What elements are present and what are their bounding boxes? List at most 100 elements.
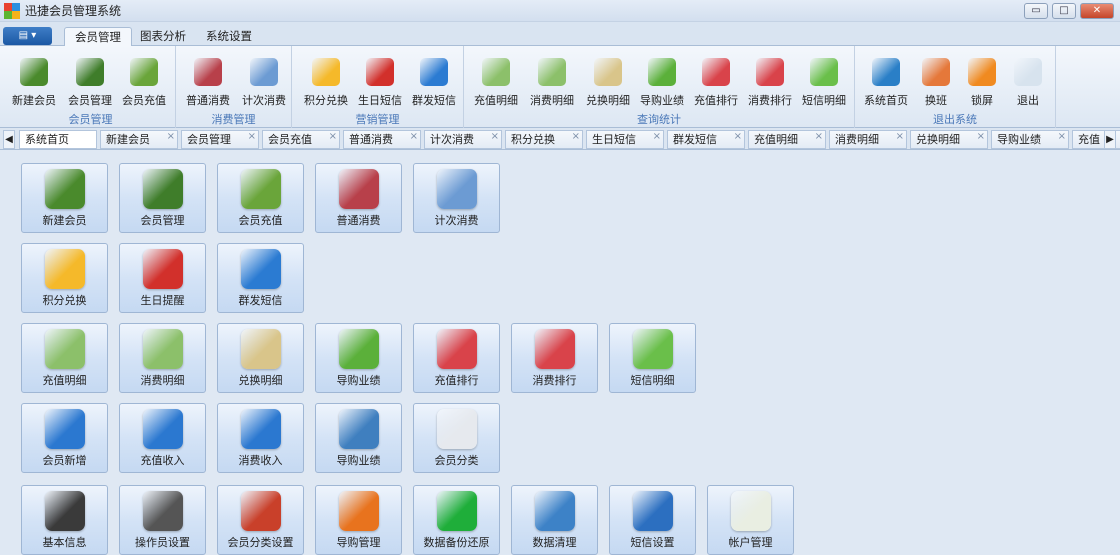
tile-button[interactable]: 会员分类设置 xyxy=(217,485,304,555)
tile-button[interactable]: 导购业绩 xyxy=(315,403,402,473)
ribbon-button-1[interactable]: 会员管理 xyxy=(62,56,118,108)
tile-button[interactable]: 计次消费 xyxy=(413,163,500,233)
tile-button[interactable]: 数据备份还原 xyxy=(413,485,500,555)
tile-button[interactable]: 充值明细 xyxy=(21,323,108,393)
tab-close-icon[interactable]: × xyxy=(410,131,418,145)
tile-button[interactable]: 生日提醒 xyxy=(119,243,206,313)
tile-label: 充值排行 xyxy=(434,374,479,387)
ribbon-button-1[interactable]: 生日短信 xyxy=(352,56,408,108)
tab-close-icon[interactable]: × xyxy=(815,131,823,145)
ribbon-button-0[interactable]: 积分兑换 xyxy=(298,56,354,108)
green-book-contact-icon xyxy=(20,58,48,86)
tile-button[interactable]: 消费明细 xyxy=(119,323,206,393)
ribbon-button-4[interactable]: 充值排行 xyxy=(688,56,744,108)
doc-tab[interactable]: 普通消费 × xyxy=(343,130,421,149)
tab-close-icon[interactable]: × xyxy=(167,131,175,145)
tab-close-icon[interactable]: × xyxy=(896,131,904,145)
doc-tab[interactable]: 会员充值 × xyxy=(262,130,340,149)
tile-button[interactable]: 导购管理 xyxy=(315,485,402,555)
doc-tab-label: 导购业绩 xyxy=(997,133,1041,146)
doc-tab[interactable]: 兑换明细 × xyxy=(910,130,988,149)
restore-button[interactable]: □ xyxy=(1052,3,1076,19)
doc-tab[interactable]: 积分兑换 × xyxy=(505,130,583,149)
ribbon-group: 查询统计 充值明细 消费明细 兑换明细 导购业绩 充值排行 消费排行 短信明细 xyxy=(464,46,855,128)
tile-button[interactable]: 短信设置 xyxy=(609,485,696,555)
ribbon-button-1[interactable]: 计次消费 xyxy=(236,56,292,108)
minimize-button[interactable]: ▭ xyxy=(1024,3,1048,19)
tab-close-icon[interactable]: × xyxy=(653,131,661,145)
ribbon-button-label: 导购业绩 xyxy=(640,94,684,107)
doc-tab[interactable]: 群发短信 × xyxy=(667,130,745,149)
tile-button[interactable]: 消费收入 xyxy=(217,403,304,473)
doc-tab[interactable]: 生日短信 × xyxy=(586,130,664,149)
ribbon: 会员管理 新建会员 会员管理 会员充值 消费管理 普通消费 计次消费 营销管理 积分兑换 生日短信… xyxy=(0,46,1120,128)
doc-tab[interactable]: 导购业绩 × xyxy=(991,130,1069,149)
document-tab-strip: ◀ 系统首页 新建会员 × 会员管理 × 会员充值 × 普通消费 × 计次消费 × 积分兑换 × 生日短信… xyxy=(0,128,1120,150)
tile-label: 充值收入 xyxy=(140,454,185,467)
ribbon-group-label: 查询统计 xyxy=(637,113,681,126)
tile-button[interactable]: 新建会员 xyxy=(21,163,108,233)
doc-tab[interactable]: 系统首页 xyxy=(19,130,97,149)
mail-icon xyxy=(632,491,673,531)
tile-button[interactable]: 会员新增 xyxy=(21,403,108,473)
ribbon-button-6[interactable]: 短信明细 xyxy=(796,56,852,108)
tile-label: 消费明细 xyxy=(140,374,185,387)
ribbon-button-5[interactable]: 消费排行 xyxy=(742,56,798,108)
tab-close-icon[interactable]: × xyxy=(248,131,256,145)
tile-label: 帐户管理 xyxy=(728,536,773,549)
tile-button[interactable]: 充值收入 xyxy=(119,403,206,473)
tab-close-icon[interactable]: × xyxy=(329,131,337,145)
tile-button[interactable]: 积分兑换 xyxy=(21,243,108,313)
doc-tab-label: 积分兑换 xyxy=(511,133,555,146)
ribbon-button-3[interactable]: 导购业绩 xyxy=(634,56,690,108)
doc-tab[interactable]: 会员管理 × xyxy=(181,130,259,149)
tile-button[interactable]: 数据清理 xyxy=(511,485,598,555)
tile-button[interactable]: 会员分类 xyxy=(413,403,500,473)
app-menu-button[interactable]: ▤ ▾ xyxy=(3,27,52,45)
tile-button[interactable]: 充值排行 xyxy=(413,323,500,393)
doc-tab[interactable]: 计次消费 × xyxy=(424,130,502,149)
tile-button[interactable]: 短信明细 xyxy=(609,323,696,393)
tile-button[interactable]: 基本信息 xyxy=(21,485,108,555)
sms-red-icon xyxy=(142,249,183,289)
ribbon-button-0[interactable]: 普通消费 xyxy=(180,56,236,108)
ribbon-button-1[interactable]: 消费明细 xyxy=(524,56,580,108)
ribbon-button-0[interactable]: 系统首页 xyxy=(858,56,914,108)
tab-scroll-left-button[interactable]: ◀ xyxy=(3,130,15,149)
doc-tab[interactable]: 新建会员 × xyxy=(100,130,178,149)
tile-button[interactable]: 兑换明细 xyxy=(217,323,304,393)
tile-label: 短信明细 xyxy=(630,374,675,387)
tab-close-icon[interactable]: × xyxy=(491,131,499,145)
ribbon-button-0[interactable]: 新建会员 xyxy=(6,56,62,108)
doc-tab[interactable]: 充值明细 × xyxy=(748,130,826,149)
ribbon-button-3[interactable]: 退出 xyxy=(1000,56,1056,108)
ribbon-button-2[interactable]: 群发短信 xyxy=(406,56,462,108)
tile-button[interactable]: 会员管理 xyxy=(119,163,206,233)
doc-tab[interactable]: 消费明细 × xyxy=(829,130,907,149)
tile-label: 会员分类设置 xyxy=(227,536,294,549)
tab-close-icon[interactable]: × xyxy=(1058,131,1066,145)
ribbon-button-0[interactable]: 充值明细 xyxy=(468,56,524,108)
ribbon-button-label: 消费排行 xyxy=(748,94,792,107)
tile-button[interactable]: 导购业绩 xyxy=(315,323,402,393)
tile-button[interactable]: 操作员设置 xyxy=(119,485,206,555)
doc-tab-label: 普通消费 xyxy=(349,133,393,146)
doc-tab-label: 消费明细 xyxy=(835,133,879,146)
tab-scroll-right-button[interactable]: ▶ xyxy=(1104,130,1116,149)
doc-tab-label: 会员充值 xyxy=(268,133,312,146)
tab-close-icon[interactable]: × xyxy=(734,131,742,145)
tab-1[interactable]: 图表分析 xyxy=(130,27,196,47)
tab-close-icon[interactable]: × xyxy=(572,131,580,145)
tile-button[interactable]: 普通消费 xyxy=(315,163,402,233)
tile-button[interactable]: 会员充值 xyxy=(217,163,304,233)
ribbon-button-2[interactable]: 兑换明细 xyxy=(580,56,636,108)
ribbon-button-label: 会员充值 xyxy=(122,94,166,107)
close-button[interactable]: ✕ xyxy=(1080,3,1114,19)
tile-button[interactable]: 消费排行 xyxy=(511,323,598,393)
tile-button[interactable]: 帐户管理 xyxy=(707,485,794,555)
tab-2[interactable]: 系统设置 xyxy=(196,27,262,47)
ribbon-button-2[interactable]: 会员充值 xyxy=(116,56,172,108)
tab-0[interactable]: 会员管理 xyxy=(64,27,132,47)
tab-close-icon[interactable]: × xyxy=(977,131,985,145)
tile-button[interactable]: 群发短信 xyxy=(217,243,304,313)
